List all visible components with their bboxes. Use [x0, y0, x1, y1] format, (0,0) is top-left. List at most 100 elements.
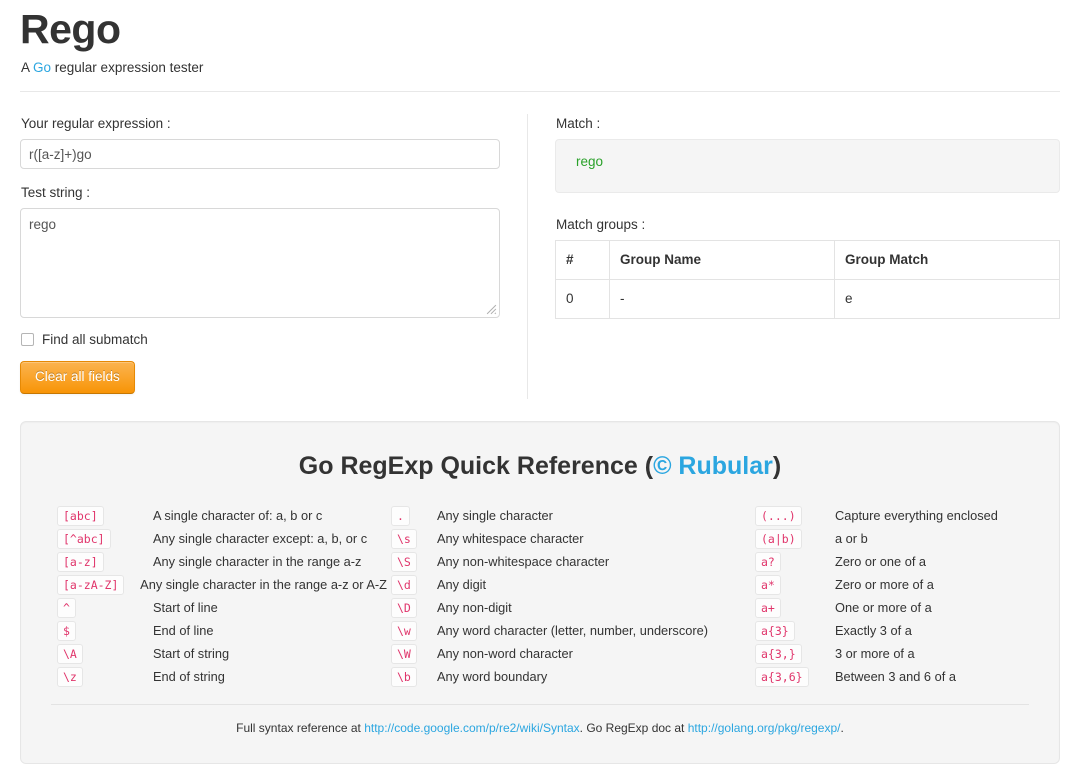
reference-description: Any single character except: a, b, or c	[153, 530, 367, 548]
reference-token: (a|b)	[755, 529, 802, 549]
reference-token: \d	[391, 575, 417, 595]
reference-row: ^Start of line	[57, 596, 387, 619]
match-label: Match :	[556, 114, 1060, 133]
reference-description: Any single character	[437, 507, 553, 525]
reference-token-cell: \s	[391, 529, 429, 549]
reference-token-cell: a{3,}	[755, 644, 827, 664]
page-header: Rego A Go regular expression tester	[20, 0, 1060, 92]
reference-row: \SAny non-whitespace character	[391, 550, 751, 573]
reference-token: \w	[391, 621, 417, 641]
regex-input[interactable]	[20, 139, 500, 169]
reference-description: Capture everything enclosed	[835, 507, 998, 525]
reference-token: ^	[57, 598, 76, 618]
find-all-submatch-row[interactable]: Find all submatch	[21, 332, 507, 347]
test-string-label: Test string :	[21, 183, 507, 202]
reference-row: \zEnd of string	[57, 665, 387, 688]
reference-token-cell: .	[391, 506, 429, 526]
page-subtitle: A Go regular expression tester	[21, 58, 1060, 78]
reference-token: \S	[391, 552, 417, 572]
spacer	[20, 169, 507, 183]
reference-row: [a-zA-Z] Any single character in the rang…	[57, 573, 387, 596]
reference-token-cell: \b	[391, 667, 429, 687]
reference-description: A single character of: a, b or c	[153, 507, 322, 525]
reference-row: [a-z]Any single character in the range a…	[57, 550, 387, 573]
reference-row: a? Zero or one of a	[755, 550, 1023, 573]
reference-token-cell: a{3}	[755, 621, 827, 641]
subtitle-text-after: regular expression tester	[51, 60, 203, 75]
reference-token-cell: [^abc]	[57, 529, 145, 549]
reference-description: Any digit	[437, 576, 486, 594]
reference-row: [abc] A single character of: a, b or c	[57, 504, 387, 527]
reference-row: \d Any digit	[391, 573, 751, 596]
clear-all-fields-button[interactable]: Clear all fields	[20, 361, 135, 394]
reference-description: Any non-digit	[437, 599, 512, 617]
reference-row: $ End of line	[57, 619, 387, 642]
quick-reference-column-2: . Any single character \s Any whitespace ch…	[391, 504, 751, 688]
cell-group-name: -	[610, 280, 835, 319]
reference-token-cell: \w	[391, 621, 429, 641]
reference-token: [a-zA-Z]	[57, 575, 124, 595]
column-header-index: #	[556, 241, 610, 280]
main-content: Your regular expression : Test string : …	[20, 114, 1060, 399]
reference-token: \z	[57, 667, 83, 687]
reference-description: Any non-word character	[437, 645, 573, 663]
column-header-group-name: Group Name	[610, 241, 835, 280]
reference-row: (...) Capture everything enclosed	[755, 504, 1023, 527]
page-root: Rego A Go regular expression tester Your…	[0, 0, 1080, 764]
golang-regexp-doc-link[interactable]: http://golang.org/pkg/regexp/	[688, 721, 841, 735]
reference-row: \b Any word boundary	[391, 665, 751, 688]
reference-row: \w Any word character (letter, number, un…	[391, 619, 751, 642]
match-groups-head: # Group Name Group Match	[556, 241, 1060, 280]
table-header-row: # Group Name Group Match	[556, 241, 1060, 280]
reference-token: \W	[391, 644, 417, 664]
reference-description: 3 or more of a	[835, 645, 915, 663]
quick-reference-column-1: [abc] A single character of: a, b or c [^a…	[57, 504, 387, 688]
reference-token: \A	[57, 644, 83, 664]
reference-token-cell: (...)	[755, 506, 827, 526]
reference-token-cell: a?	[755, 552, 827, 572]
quick-reference-title-before: Go RegExp Quick Reference (	[299, 452, 653, 480]
reference-token: a*	[755, 575, 781, 595]
reference-token-cell: \W	[391, 644, 429, 664]
reference-token: $	[57, 621, 76, 641]
reference-description: a or b	[835, 530, 868, 548]
reference-description: Any whitespace character	[437, 530, 584, 548]
rubular-link[interactable]: © Rubular	[653, 452, 773, 480]
column-header-group-match: Group Match	[835, 241, 1060, 280]
reference-token-cell: \d	[391, 575, 429, 595]
results-panel: Match : rego Match groups : # Group Name…	[528, 114, 1060, 399]
reference-row: [^abc] Any single character except: a, b,…	[57, 527, 387, 550]
reference-row: . Any single character	[391, 504, 751, 527]
reference-description: Any word character (letter, number, unde…	[437, 622, 708, 640]
reference-description: Any single character in the range a-z or…	[140, 576, 387, 594]
subtitle-text-before: A	[21, 60, 33, 75]
reference-token: \b	[391, 667, 417, 687]
quick-reference-title-after: )	[773, 452, 781, 480]
input-panel: Your regular expression : Test string : …	[20, 114, 507, 399]
reference-description: Between 3 and 6 of a	[835, 668, 956, 686]
reference-description: End of line	[153, 622, 213, 640]
regex-input-label: Your regular expression :	[21, 114, 507, 133]
test-string-input[interactable]: rego	[20, 208, 500, 318]
go-link[interactable]: Go	[33, 60, 51, 75]
reference-token: .	[391, 506, 410, 526]
table-row: 0 - e	[556, 280, 1060, 319]
match-result-box: rego	[555, 139, 1060, 193]
reference-token-cell: [a-z]	[57, 552, 145, 572]
reference-token: a{3,}	[755, 644, 802, 664]
reference-description: Any word boundary	[437, 668, 547, 686]
footer-text-1: Full syntax reference at	[236, 721, 364, 735]
match-groups-label: Match groups :	[556, 215, 1060, 234]
reference-token-cell: $	[57, 621, 145, 641]
reference-token: [abc]	[57, 506, 104, 526]
find-all-submatch-checkbox[interactable]	[21, 333, 34, 346]
cell-index: 0	[556, 280, 610, 319]
cell-group-match: e	[835, 280, 1060, 319]
reference-token: \s	[391, 529, 417, 549]
re2-syntax-link[interactable]: http://code.google.com/p/re2/wiki/Syntax	[364, 721, 579, 735]
reference-row: a{3,} 3 or more of a	[755, 642, 1023, 665]
quick-reference-divider	[51, 704, 1029, 705]
reference-description: Zero or one of a	[835, 553, 926, 571]
quick-reference-panel: Go RegExp Quick Reference (© Rubular) [a…	[20, 421, 1060, 764]
reference-row: a{3,6}Between 3 and 6 of a	[755, 665, 1023, 688]
